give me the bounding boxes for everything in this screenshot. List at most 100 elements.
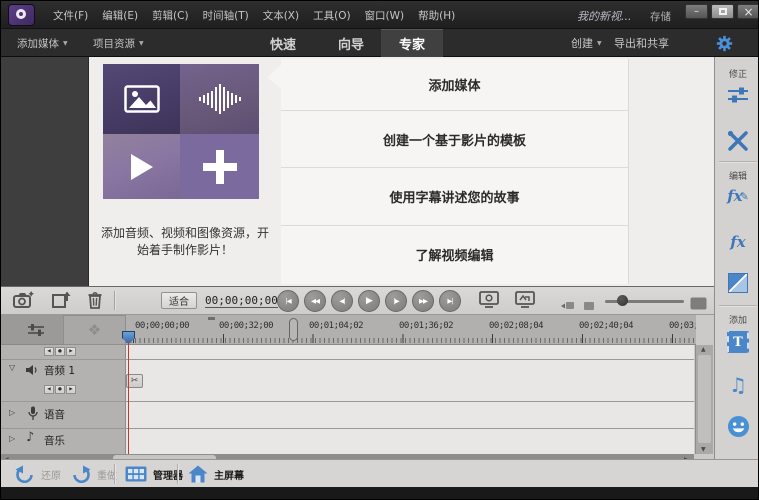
- keyframe-nav-audio1: ◀ ● ▶: [44, 385, 76, 394]
- pencil-icon: ✎: [740, 190, 749, 203]
- menu-help[interactable]: 帮助(H): [418, 8, 455, 23]
- organizer-button[interactable]: 管理器: [125, 460, 183, 488]
- image-icon: [124, 85, 160, 113]
- effects-button[interactable]: fx: [715, 233, 759, 251]
- image-tile: [103, 64, 180, 134]
- track-height-icon[interactable]: [27, 322, 45, 338]
- prev-keyframe-button[interactable]: ◀: [44, 385, 54, 394]
- play-button[interactable]: ▶: [358, 290, 380, 312]
- adjust-button[interactable]: [715, 85, 759, 105]
- section-add-label: 添加: [715, 313, 759, 326]
- close-button[interactable]: ×: [737, 4, 759, 19]
- skip-to-end-button[interactable]: ▶|: [439, 290, 461, 312]
- next-keyframe-button[interactable]: ▶: [66, 347, 76, 356]
- save-button[interactable]: 存储: [650, 9, 671, 24]
- scroll-up-icon[interactable]: ▲: [701, 346, 706, 353]
- export-share-button[interactable]: 导出和共享: [614, 29, 669, 57]
- add-keyframe-button[interactable]: ●: [55, 385, 65, 394]
- adjust-sliders-icon: [727, 85, 749, 105]
- timecode-display[interactable]: 00;00;00;00: [205, 294, 278, 308]
- tools-button[interactable]: [715, 129, 759, 153]
- list-item-add-media[interactable]: 添加媒体: [281, 59, 628, 111]
- title-icon: T: [727, 331, 749, 353]
- vertical-scroll-thumb[interactable]: [698, 355, 711, 443]
- scroll-down-icon[interactable]: ▼: [701, 446, 706, 453]
- skip-to-start-button[interactable]: |◀: [277, 290, 299, 312]
- rewind-button[interactable]: ◀◀: [304, 290, 326, 312]
- minimize-button[interactable]: –: [685, 4, 708, 19]
- settings-gear-icon[interactable]: [716, 29, 733, 57]
- list-item-movie-template[interactable]: 创建一个基于影片的模板: [281, 111, 628, 168]
- fast-forward-button[interactable]: ▶▶: [412, 290, 434, 312]
- play-icon: [131, 154, 153, 180]
- smart-trim-button[interactable]: ❖: [63, 315, 126, 345]
- ruler-corner: [1, 315, 63, 345]
- menu-tools[interactable]: 工具(O): [313, 8, 350, 23]
- fit-button[interactable]: 适合: [161, 292, 197, 309]
- prev-keyframe-button[interactable]: ◀: [44, 347, 54, 356]
- zoom-in-monitor-icon[interactable]: [690, 295, 707, 314]
- organizer-grid-icon: [125, 466, 147, 482]
- delete-trash-icon[interactable]: [87, 291, 103, 313]
- window-footer: [1, 487, 759, 500]
- left-panel-edge: [1, 57, 89, 286]
- maximize-button[interactable]: [711, 4, 734, 19]
- redo-button[interactable]: 重做: [71, 460, 117, 488]
- transitions-button[interactable]: [715, 273, 759, 293]
- home-icon: [188, 465, 208, 483]
- menu-clip[interactable]: 剪辑(C): [152, 8, 189, 23]
- menu-text[interactable]: 文本(X): [263, 8, 299, 23]
- tab-guided[interactable]: 向导: [331, 29, 371, 57]
- menu-window[interactable]: 窗口(W): [365, 8, 405, 23]
- rotate-crop-icon[interactable]: [51, 291, 71, 313]
- zoom-slider-handle[interactable]: [617, 295, 628, 306]
- track-area[interactable]: ◀ ● ▶ ▽ 音频 1 ◀ ● ▶ ▷ 语音 ▷ ♪: [1, 345, 694, 454]
- video-tile: [103, 134, 180, 199]
- capture-camera-icon[interactable]: [13, 291, 34, 312]
- small-monitor-icon[interactable]: [583, 296, 595, 315]
- track-label-music: 音乐: [44, 433, 65, 448]
- plus-icon: [203, 150, 237, 184]
- undo-button[interactable]: 还原: [15, 460, 61, 488]
- frame-forward-button[interactable]: |▶: [385, 290, 407, 312]
- chevron-down-icon: ▼: [597, 40, 602, 47]
- menu-timeline[interactable]: 时间轴(T): [203, 8, 249, 23]
- mini-monitor-icon[interactable]: [515, 291, 535, 312]
- project-assets-button[interactable]: 项目资源 ▼: [93, 29, 144, 57]
- ruler-tick: 00;01;36;02: [399, 321, 453, 331]
- create-button[interactable]: 创建 ▼: [571, 29, 602, 57]
- tab-quick[interactable]: 快速: [263, 29, 303, 57]
- work-area-marker[interactable]: [289, 318, 298, 341]
- list-item-learn-editing[interactable]: 了解视频编辑: [281, 226, 628, 283]
- home-button[interactable]: 主屏幕: [188, 460, 244, 488]
- expand-track-icon[interactable]: ▷: [9, 434, 15, 443]
- graphics-button[interactable]: [715, 415, 759, 438]
- zoom-out-monitor-icon[interactable]: [561, 296, 574, 315]
- applied-effects-button[interactable]: fx ✎: [715, 187, 759, 205]
- frame-back-button[interactable]: ◀|: [331, 290, 353, 312]
- bottombar-divider: [114, 464, 115, 484]
- logo-ring: [16, 9, 26, 19]
- collapse-track-icon[interactable]: ▽: [9, 363, 15, 372]
- speaker-icon[interactable]: [25, 364, 39, 376]
- track-divider: [1, 428, 694, 429]
- expand-track-icon[interactable]: ▷: [9, 408, 15, 417]
- media-tiles-graphic: [103, 64, 259, 199]
- section-edit-label: 编辑: [715, 169, 759, 182]
- vertical-scrollbar[interactable]: ▲ ▼: [695, 345, 713, 454]
- monitor-settings-icon[interactable]: [479, 291, 499, 312]
- project-assets-label: 项目资源: [93, 36, 135, 51]
- music-button[interactable]: ♫: [715, 373, 759, 397]
- menu-edit[interactable]: 编辑(E): [102, 8, 138, 23]
- tab-expert[interactable]: 专家: [381, 29, 443, 57]
- list-item-titles-story[interactable]: 使用字幕讲述您的故事: [281, 168, 628, 226]
- titles-text-button[interactable]: T: [715, 331, 759, 353]
- menubar: 文件(F) 编辑(E) 剪辑(C) 时间轴(T) 文本(X) 工具(O) 窗口(…: [53, 1, 455, 29]
- menu-file[interactable]: 文件(F): [53, 8, 88, 23]
- track-divider: [1, 359, 694, 360]
- next-keyframe-button[interactable]: ▶: [66, 385, 76, 394]
- add-keyframe-button[interactable]: ●: [55, 347, 65, 356]
- add-media-button[interactable]: 添加媒体 ▼: [17, 29, 68, 57]
- section-fix-label: 修正: [715, 67, 759, 80]
- caption-line-2: 始着手制作影片！: [89, 242, 281, 259]
